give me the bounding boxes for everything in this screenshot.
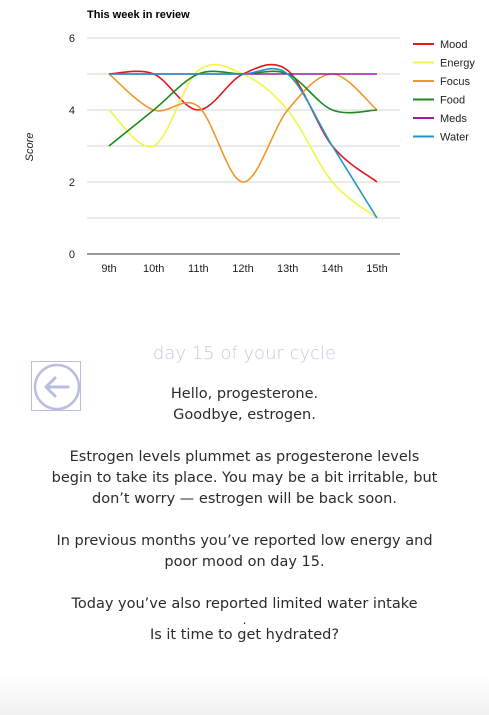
series-line-focus: [108, 73, 378, 183]
hormone-info-line: don’t worry — estrogen will be back soon…: [92, 491, 397, 507]
hormone-info-line: Estrogen levels plummet as progesterone …: [69, 449, 420, 465]
y-tick-label: 2: [69, 177, 75, 189]
footer-fade: [0, 675, 489, 715]
cycle-message: Hello, progesterone. Goodbye, estrogen. …: [50, 384, 439, 646]
y-axis-label: Score: [24, 133, 36, 162]
y-axis-ticks: 0 2 4 6: [69, 33, 75, 261]
water-intake-line: Today you’ve also reported limited water…: [71, 596, 418, 612]
chart-legend: Mood Energy Focus Food Meds Water: [413, 39, 475, 144]
greeting-line: Goodbye, estrogen.: [173, 407, 316, 423]
hormone-info-line: begin to take its place. You may be a bi…: [51, 470, 438, 486]
legend-item-food: Food: [413, 95, 465, 107]
y-tick-label: 0: [69, 249, 75, 261]
legend-item-focus: Focus: [413, 76, 470, 88]
legend-item-water: Water: [413, 132, 469, 144]
weekly-review-chart: This week in review Score 0 2 4 6 9th 10th 11…: [24, 9, 475, 275]
legend-item-meds: Meds: [413, 113, 467, 125]
greeting-line: Hello, progesterone.: [170, 386, 319, 402]
chart-grid: [87, 37, 400, 255]
chart-title: This week in review: [87, 9, 190, 21]
x-tick-label: 9th: [101, 263, 116, 275]
cycle-day-title: day 15 of your cycle: [152, 343, 337, 364]
hydration-question: Is it time to get hydrated?: [149, 627, 340, 643]
legend-label: Food: [440, 95, 465, 107]
x-tick-label: 12th: [232, 263, 253, 275]
legend-label: Water: [440, 132, 469, 144]
x-axis-ticks: 9th 10th 11th 12th 13th 14th 15th: [101, 263, 387, 275]
legend-label: Meds: [440, 113, 467, 125]
x-tick-label: 14th: [322, 263, 343, 275]
legend-label: Energy: [440, 58, 475, 70]
legend-item-mood: Mood: [413, 39, 468, 51]
series-line-mood: [108, 63, 378, 183]
y-tick-label: 6: [69, 33, 75, 45]
x-tick-label: 13th: [277, 263, 298, 275]
series-line-water: [109, 67, 378, 219]
x-tick-label: 10th: [143, 263, 164, 275]
history-line: poor mood on day 15.: [164, 554, 325, 570]
chart-series: [108, 63, 378, 219]
legend-item-energy: Energy: [413, 58, 475, 70]
x-tick-label: 11th: [188, 263, 209, 275]
legend-label: Focus: [440, 76, 470, 88]
x-tick-label: 15th: [366, 263, 387, 275]
legend-label: Mood: [440, 39, 468, 51]
water-intake-dot: .: [242, 613, 247, 627]
y-tick-label: 4: [69, 105, 75, 117]
history-line: In previous months you’ve reported low e…: [56, 533, 433, 549]
series-line-energy: [108, 63, 378, 219]
